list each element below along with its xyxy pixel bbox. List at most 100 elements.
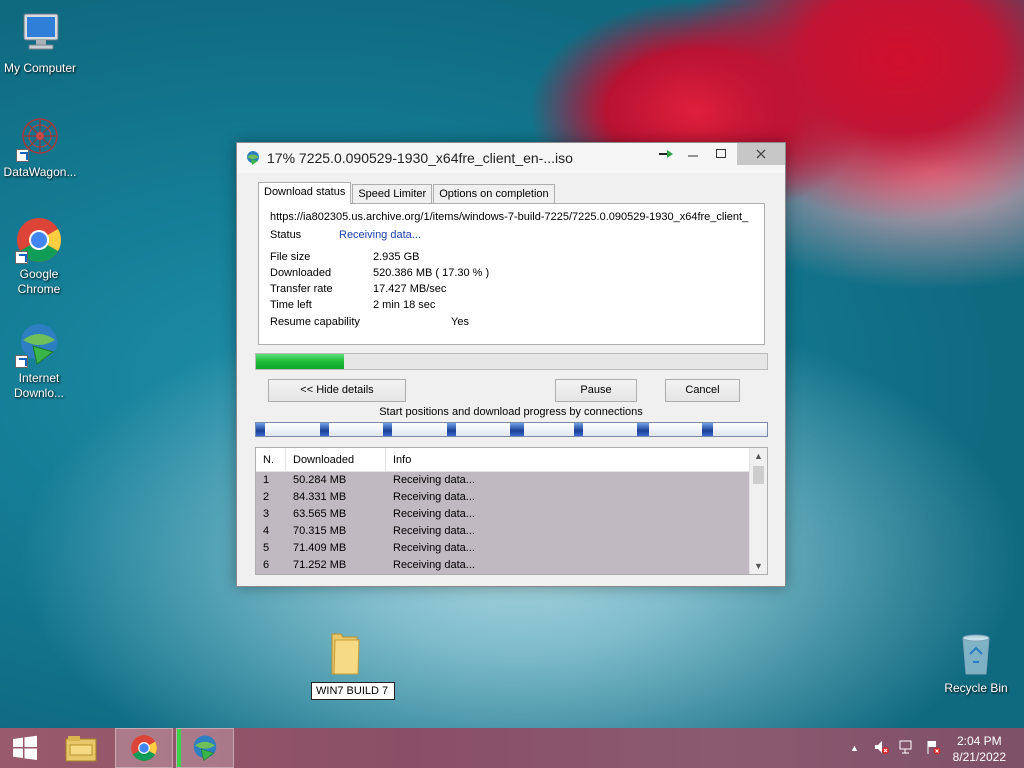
folder-rename-input[interactable]: WIN7 BUILD 7 xyxy=(311,682,395,700)
list-item[interactable]: 3 63.565 MB Receiving data... xyxy=(256,506,749,523)
network-icon[interactable] xyxy=(899,739,915,758)
minimize-to-tray-button[interactable] xyxy=(649,143,683,165)
list-scrollbar[interactable]: ▲ ▼ xyxy=(749,448,767,574)
action-center-icon[interactable] xyxy=(925,739,941,758)
row-number: 2 xyxy=(263,491,270,503)
row-number: 3 xyxy=(263,508,270,520)
connections-label: Start positions and download progress by… xyxy=(379,406,643,418)
taskbar-google-chrome[interactable] xyxy=(115,728,173,768)
time-left-label: Time left xyxy=(270,299,312,311)
desktop-icon-recycle-bin[interactable]: Recycle Bin xyxy=(936,630,1016,696)
desktop-icon-google-chrome[interactable]: Google Chrome xyxy=(0,216,78,297)
desktop-icon-my-computer[interactable]: My Computer xyxy=(0,10,80,76)
connection-segment xyxy=(256,423,265,436)
row-number: 6 xyxy=(263,559,270,571)
row-downloaded: 71.252 MB xyxy=(293,559,347,571)
desktop-icon-label: Recycle Bin xyxy=(944,681,1008,695)
start-button[interactable] xyxy=(0,728,50,768)
idm-icon xyxy=(15,320,63,368)
resume-capability-label: Resume capability xyxy=(270,316,360,328)
cancel-button[interactable]: Cancel xyxy=(665,379,740,402)
minimize-icon xyxy=(688,155,698,157)
recycle-bin-icon xyxy=(952,630,1000,678)
desktop-icon-label: Google Chrome xyxy=(17,267,61,296)
chrome-icon xyxy=(15,216,63,264)
tab-options-on-completion[interactable]: Options on completion xyxy=(433,184,555,204)
downloaded-label: Downloaded xyxy=(270,267,332,279)
arrow-right-icon xyxy=(659,150,673,158)
minimize-button[interactable] xyxy=(683,143,703,165)
download-window: 17% 7225.0.090529-1930_x64fre_client_en-… xyxy=(236,142,786,587)
row-info: Receiving data... xyxy=(393,542,475,554)
desktop-icon-label: DataWagon... xyxy=(3,165,77,179)
time-left-value: 2 min 18 sec xyxy=(373,299,436,311)
row-downloaded: 70.315 MB xyxy=(293,525,347,537)
list-body: 1 50.284 MB Receiving data... 2 84.331 M… xyxy=(256,472,749,574)
connection-segment xyxy=(574,423,583,436)
row-info: Receiving data... xyxy=(393,491,475,503)
row-number: 1 xyxy=(263,474,270,486)
resume-capability-value: Yes xyxy=(451,316,469,328)
row-downloaded: 71.409 MB xyxy=(293,542,347,554)
datawagon-icon xyxy=(16,114,64,162)
row-info: Receiving data... xyxy=(393,559,475,571)
desktop-icon-datawagon[interactable]: DataWagon... xyxy=(0,114,80,180)
row-info: Receiving data... xyxy=(393,525,475,537)
connection-segment xyxy=(383,423,392,436)
row-downloaded: 63.565 MB xyxy=(293,508,347,520)
download-url: https://ia802305.us.archive.org/1/items/… xyxy=(270,211,749,223)
list-item[interactable]: 2 84.331 MB Receiving data... xyxy=(256,489,749,506)
taskbar-internet-download-manager[interactable] xyxy=(176,728,234,768)
maximize-button[interactable] xyxy=(709,143,733,165)
scroll-thumb[interactable] xyxy=(753,466,764,484)
connection-segment xyxy=(510,423,524,436)
idm-icon xyxy=(245,150,261,166)
shortcut-arrow-icon xyxy=(15,355,28,368)
desktop-icon-label: Internet Downlo... xyxy=(13,371,65,400)
progress-fill xyxy=(256,354,345,369)
list-header: N. Downloaded Info xyxy=(256,448,767,472)
close-button[interactable] xyxy=(737,143,785,165)
tab-download-status[interactable]: Download status xyxy=(258,182,352,204)
list-item[interactable]: 1 50.284 MB Receiving data... xyxy=(256,472,749,489)
scroll-down-icon[interactable]: ▼ xyxy=(750,558,767,574)
taskbar-clock[interactable]: 2:04 PM 8/21/2022 xyxy=(953,733,1006,765)
status-label: Status xyxy=(270,229,302,241)
scroll-up-icon[interactable]: ▲ xyxy=(750,448,767,464)
file-size-value: 2.935 GB xyxy=(373,251,420,263)
connection-segment xyxy=(637,423,649,436)
row-number: 5 xyxy=(263,542,270,554)
row-info: Receiving data... xyxy=(393,508,475,520)
tab-speed-limiter[interactable]: Speed Limiter xyxy=(352,184,433,204)
list-item[interactable]: 5 71.409 MB Receiving data... xyxy=(256,540,749,557)
clock-time: 2:04 PM xyxy=(956,734,1002,748)
column-header-info[interactable]: Info xyxy=(386,448,749,471)
taskbar-file-explorer[interactable] xyxy=(52,728,110,768)
list-item[interactable]: 6 71.252 MB Receiving data... xyxy=(256,557,749,574)
connection-segment xyxy=(320,423,329,436)
tab-bar: Download status Speed Limiter Options on… xyxy=(258,182,556,204)
chrome-icon xyxy=(131,735,157,761)
transfer-rate-label: Transfer rate xyxy=(270,283,333,295)
shortcut-arrow-icon xyxy=(16,149,29,162)
connections-list[interactable]: N. Downloaded Info 1 50.284 MB Receiving… xyxy=(255,447,768,575)
connection-segment xyxy=(447,423,456,436)
hide-details-button[interactable]: << Hide details xyxy=(268,379,406,402)
folder-icon xyxy=(65,736,97,762)
connections-progress-bar xyxy=(255,422,768,437)
maximize-icon xyxy=(716,149,726,158)
folder-icon[interactable] xyxy=(329,630,361,676)
download-progress-bar xyxy=(255,353,768,370)
window-titlebar[interactable]: 17% 7225.0.090529-1930_x64fre_client_en-… xyxy=(237,143,785,173)
list-item[interactable]: 4 70.315 MB Receiving data... xyxy=(256,523,749,540)
column-header-n[interactable]: N. xyxy=(256,448,286,471)
desktop-icon-internet-download-manager[interactable]: Internet Downlo... xyxy=(0,320,78,401)
computer-icon xyxy=(16,10,64,58)
row-number: 4 xyxy=(263,525,270,537)
desktop-icon-label: My Computer xyxy=(3,61,77,75)
windows-logo-icon xyxy=(13,735,37,760)
show-hidden-icons-icon[interactable]: ▲ xyxy=(850,743,859,753)
volume-muted-icon[interactable] xyxy=(873,739,889,758)
column-header-downloaded[interactable]: Downloaded xyxy=(286,448,386,471)
pause-button[interactable]: Pause xyxy=(555,379,637,402)
